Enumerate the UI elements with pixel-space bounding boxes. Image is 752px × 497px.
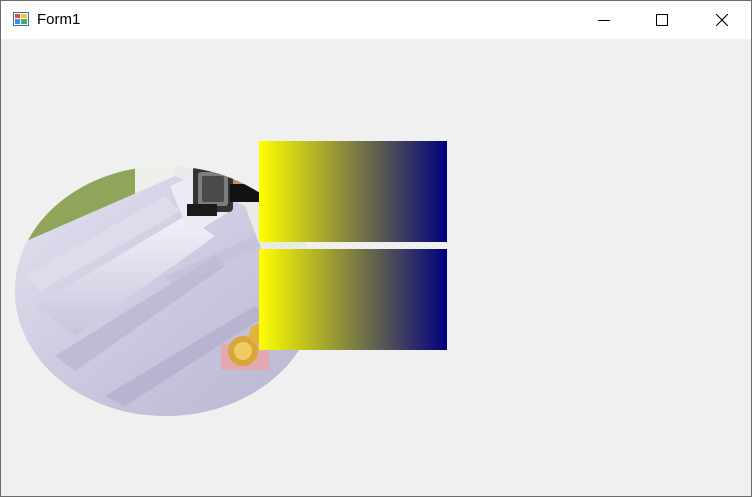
form-window: Form1: [0, 0, 752, 497]
close-icon: [715, 14, 728, 26]
close-button[interactable]: [692, 1, 751, 39]
title-bar[interactable]: Form1: [1, 1, 751, 39]
gradient-panel-top: [259, 141, 447, 242]
minimize-button[interactable]: [575, 1, 633, 39]
maximize-icon: [656, 14, 668, 26]
window-title: Form1: [37, 11, 81, 28]
winforms-app-icon: [13, 12, 29, 26]
minimize-icon: [598, 20, 610, 21]
form-client-area: [1, 39, 751, 496]
gradient-panel-bottom: [259, 249, 447, 350]
maximize-button[interactable]: [633, 1, 691, 39]
